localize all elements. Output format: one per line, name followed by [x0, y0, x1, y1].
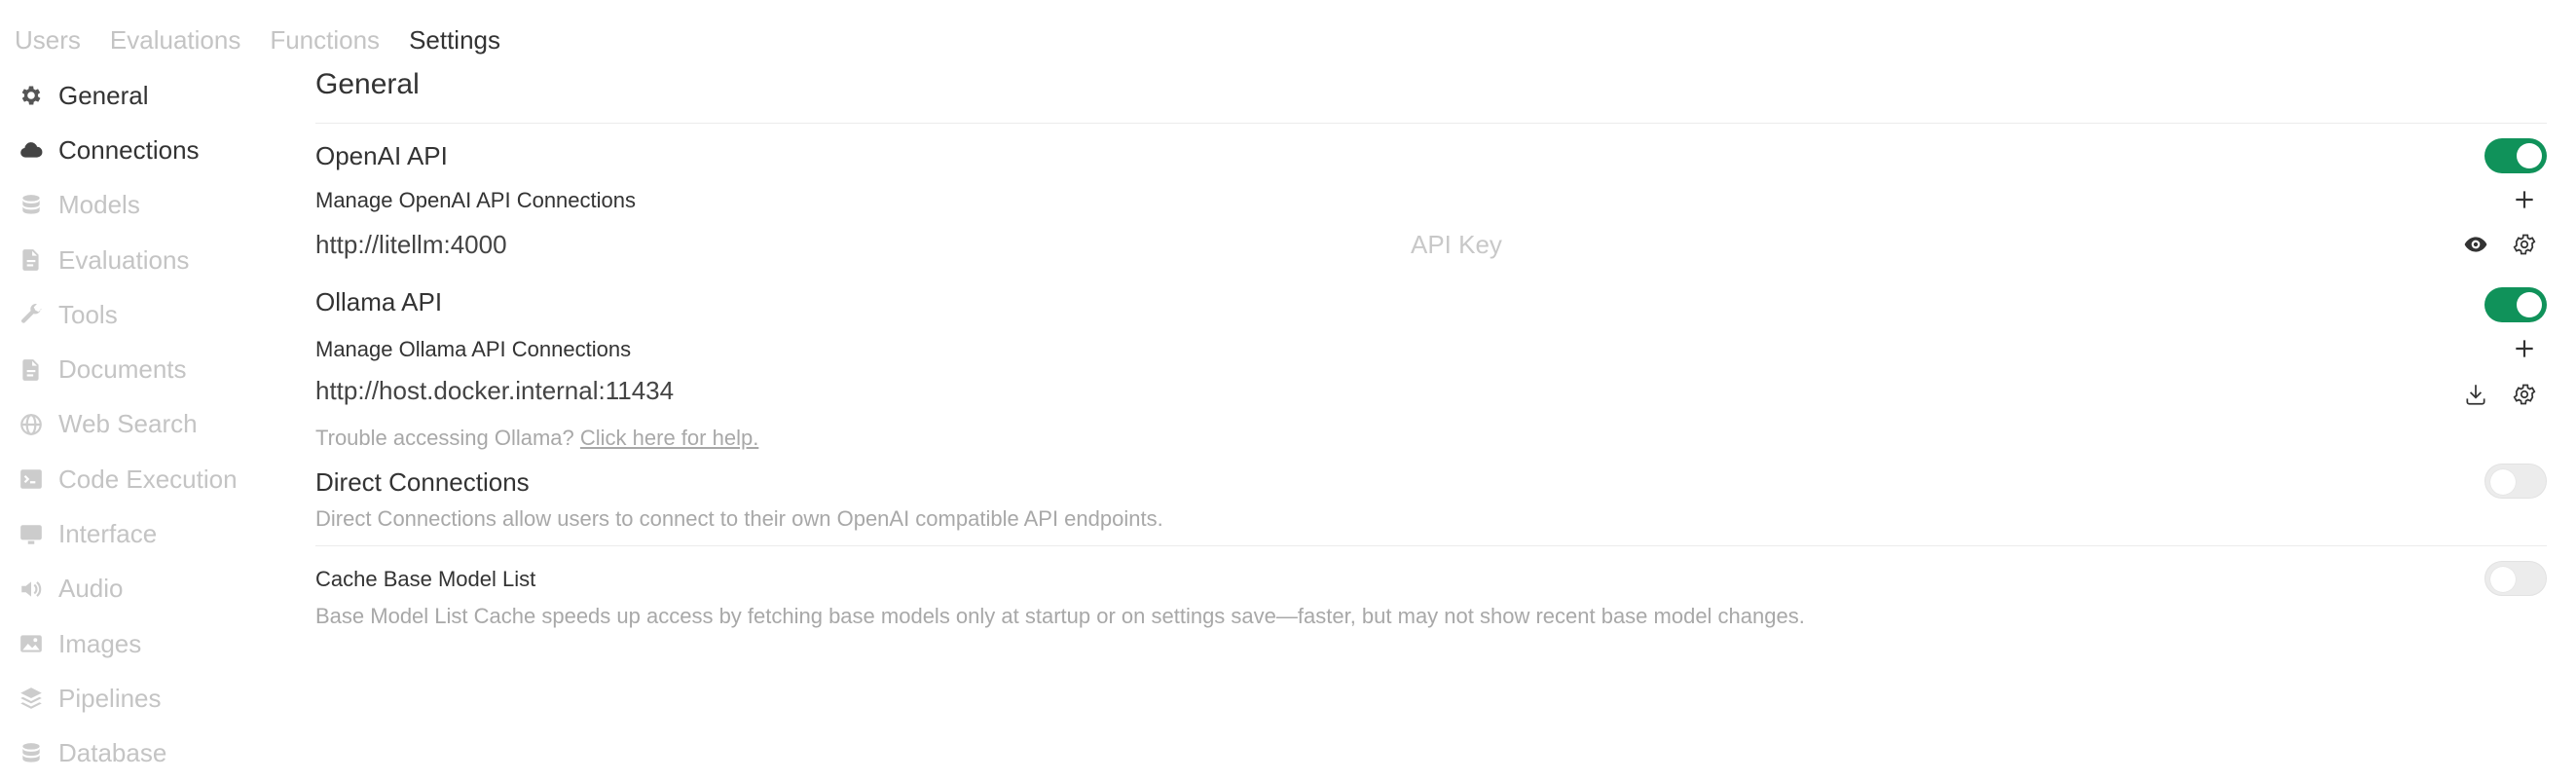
sidebar-item-interface[interactable]: Interface — [18, 506, 271, 561]
sidebar-item-label: Audio — [58, 574, 124, 604]
sidebar-item-audio[interactable]: Audio — [18, 562, 271, 616]
ollama-url-field[interactable]: http://host.docker.internal:11434 — [315, 376, 674, 406]
terminal-icon — [18, 465, 45, 493]
cache-base-model-list-description: Base Model List Cache speeds up access b… — [315, 604, 1805, 628]
monitor-icon — [18, 521, 45, 548]
sidebar-item-label: General — [58, 80, 149, 110]
sidebar-item-label: Database — [58, 738, 167, 768]
openai-manage-label: Manage OpenAI API Connections — [315, 188, 636, 212]
ollama-api-toggle[interactable] — [2484, 287, 2547, 322]
sidebar-item-tools[interactable]: Tools — [18, 287, 271, 342]
gear-icon[interactable] — [2510, 230, 2539, 259]
speaker-icon — [18, 576, 45, 603]
sidebar-item-evaluations[interactable]: Evaluations — [18, 233, 271, 287]
sidebar-item-general[interactable]: General — [18, 68, 271, 123]
plus-icon — [2516, 340, 2533, 357]
cache-base-model-list-label: Cache Base Model List — [315, 567, 536, 591]
tab-functions[interactable]: Functions — [270, 25, 380, 56]
direct-connections-label: Direct Connections — [315, 467, 530, 497]
sidebar-item-label: Tools — [58, 299, 118, 329]
divider — [315, 545, 2547, 546]
openai-api-label: OpenAI API — [315, 141, 448, 170]
direct-connections-toggle[interactable] — [2484, 464, 2547, 499]
sidebar-item-label: Documents — [58, 354, 187, 385]
sidebar-item-label: Models — [58, 190, 140, 220]
tab-settings[interactable]: Settings — [409, 25, 500, 56]
gear-icon — [18, 82, 45, 109]
sidebar-item-label: Evaluations — [58, 244, 190, 275]
sidebar-item-images[interactable]: Images — [18, 616, 271, 671]
settings-sidebar: General Connections Models Evaluations T… — [18, 68, 271, 781]
ollama-help-link[interactable]: Click here for help. — [580, 426, 758, 450]
toggle-knob — [2517, 292, 2542, 317]
database-icon — [18, 192, 45, 219]
direct-connections-description: Direct Connections allow users to connec… — [315, 506, 1163, 531]
plus-icon — [2516, 191, 2533, 208]
layers-icon — [18, 685, 45, 712]
sidebar-item-label: Images — [58, 628, 142, 658]
page-title: General — [315, 68, 420, 100]
wrench-icon — [18, 301, 45, 328]
sidebar-item-web-search[interactable]: Web Search — [18, 397, 271, 452]
globe-icon — [18, 411, 45, 438]
cloud-icon — [18, 136, 45, 164]
toggle-knob — [2490, 567, 2516, 592]
toggle-knob — [2490, 469, 2516, 495]
openai-api-key-field[interactable]: API Key — [1411, 230, 1502, 260]
sidebar-item-label: Connections — [58, 134, 200, 165]
image-icon — [18, 630, 45, 657]
tab-evaluations[interactable]: Evaluations — [110, 25, 240, 56]
eye-icon[interactable] — [2461, 230, 2490, 259]
sidebar-item-models[interactable]: Models — [18, 178, 271, 233]
ollama-help-text: Trouble accessing Ollama? Click here for… — [315, 426, 758, 451]
sidebar-item-pipelines[interactable]: Pipelines — [18, 671, 271, 725]
ollama-help-question: Trouble accessing Ollama? — [315, 426, 574, 450]
ollama-api-label: Ollama API — [315, 287, 443, 316]
document-icon — [18, 246, 45, 274]
sidebar-item-label: Code Execution — [58, 464, 238, 494]
sidebar-item-documents[interactable]: Documents — [18, 342, 271, 396]
tab-users[interactable]: Users — [15, 25, 81, 56]
toggle-knob — [2517, 143, 2542, 168]
ollama-manage-label: Manage Ollama API Connections — [315, 337, 632, 361]
document-icon — [18, 356, 45, 384]
download-icon[interactable] — [2461, 380, 2490, 409]
sidebar-item-label: Pipelines — [58, 683, 162, 713]
divider — [315, 123, 2547, 124]
openai-url-field[interactable]: http://litellm:4000 — [315, 230, 507, 260]
gear-icon[interactable] — [2510, 380, 2539, 409]
cache-base-model-list-toggle[interactable] — [2484, 561, 2547, 596]
top-nav: Users Evaluations Functions Settings — [15, 19, 500, 60]
sidebar-item-label: Web Search — [58, 409, 198, 439]
openai-api-toggle[interactable] — [2484, 138, 2547, 173]
sidebar-item-database[interactable]: Database — [18, 726, 271, 781]
add-ollama-connection-button[interactable] — [2510, 334, 2539, 363]
sidebar-item-label: Interface — [58, 519, 158, 549]
sidebar-item-code-execution[interactable]: Code Execution — [18, 452, 271, 506]
database-icon — [18, 740, 45, 767]
add-openai-connection-button[interactable] — [2510, 185, 2539, 214]
sidebar-item-connections[interactable]: Connections — [18, 123, 271, 177]
